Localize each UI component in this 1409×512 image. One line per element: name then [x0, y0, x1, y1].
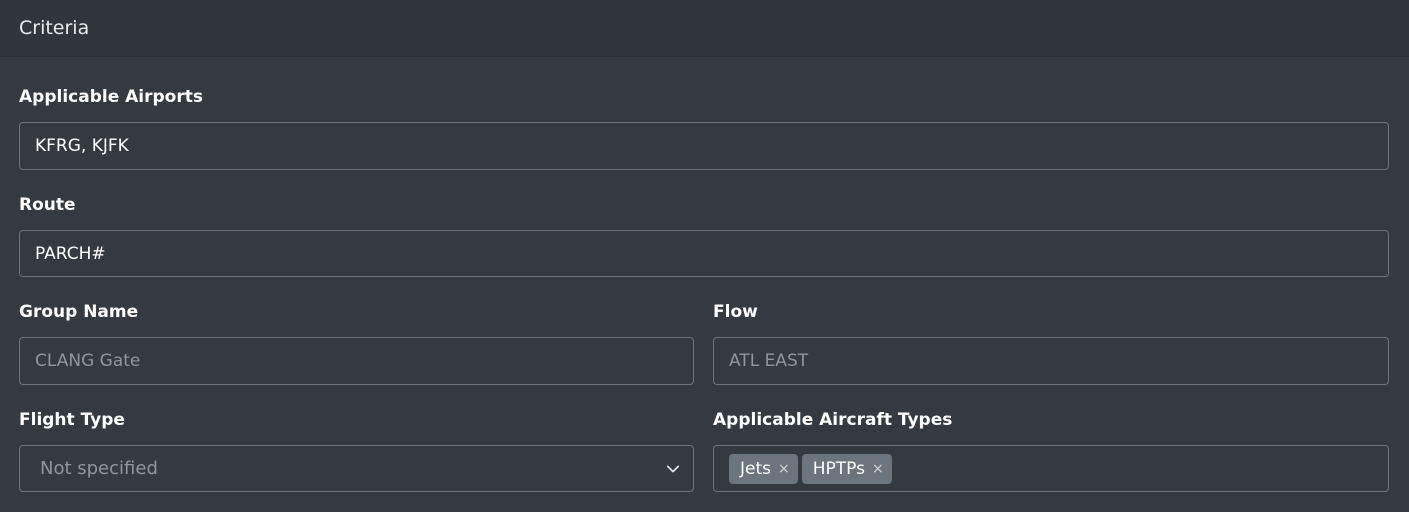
close-icon[interactable]: × [778, 461, 790, 477]
route-field[interactable] [19, 230, 1389, 277]
close-icon[interactable]: × [872, 461, 884, 477]
group-name-label: Group Name [19, 302, 139, 322]
group-name-input[interactable] [35, 338, 693, 384]
route-input[interactable] [35, 231, 1388, 276]
flight-type-label: Flight Type [19, 410, 125, 430]
applicable-airports-label: Applicable Airports [19, 87, 203, 107]
flight-type-selected-value: Not specified [40, 458, 158, 479]
chevron-down-icon[interactable] [653, 446, 693, 491]
aircraft-types-label: Applicable Aircraft Types [713, 410, 953, 430]
flow-field[interactable] [713, 337, 1389, 385]
tag-hptps: HPTPs × [801, 453, 892, 484]
applicable-airports-field[interactable] [19, 122, 1389, 170]
tag-jets: Jets × [729, 453, 798, 484]
card-title: Criteria [19, 17, 90, 39]
applicable-airports-input[interactable] [35, 123, 1388, 169]
route-label: Route [19, 195, 76, 215]
flow-label: Flow [713, 302, 758, 322]
criteria-card: Criteria Applicable Airports Route Group… [0, 0, 1409, 512]
tag-label: HPTPs [812, 458, 865, 479]
flight-type-select[interactable]: Not specified [19, 445, 694, 492]
tag-label: Jets [740, 458, 771, 479]
flow-input[interactable] [729, 338, 1388, 384]
group-name-field[interactable] [19, 337, 694, 385]
card-header: Criteria [0, 0, 1409, 57]
aircraft-types-tag-input[interactable]: Jets × HPTPs × [713, 445, 1389, 492]
